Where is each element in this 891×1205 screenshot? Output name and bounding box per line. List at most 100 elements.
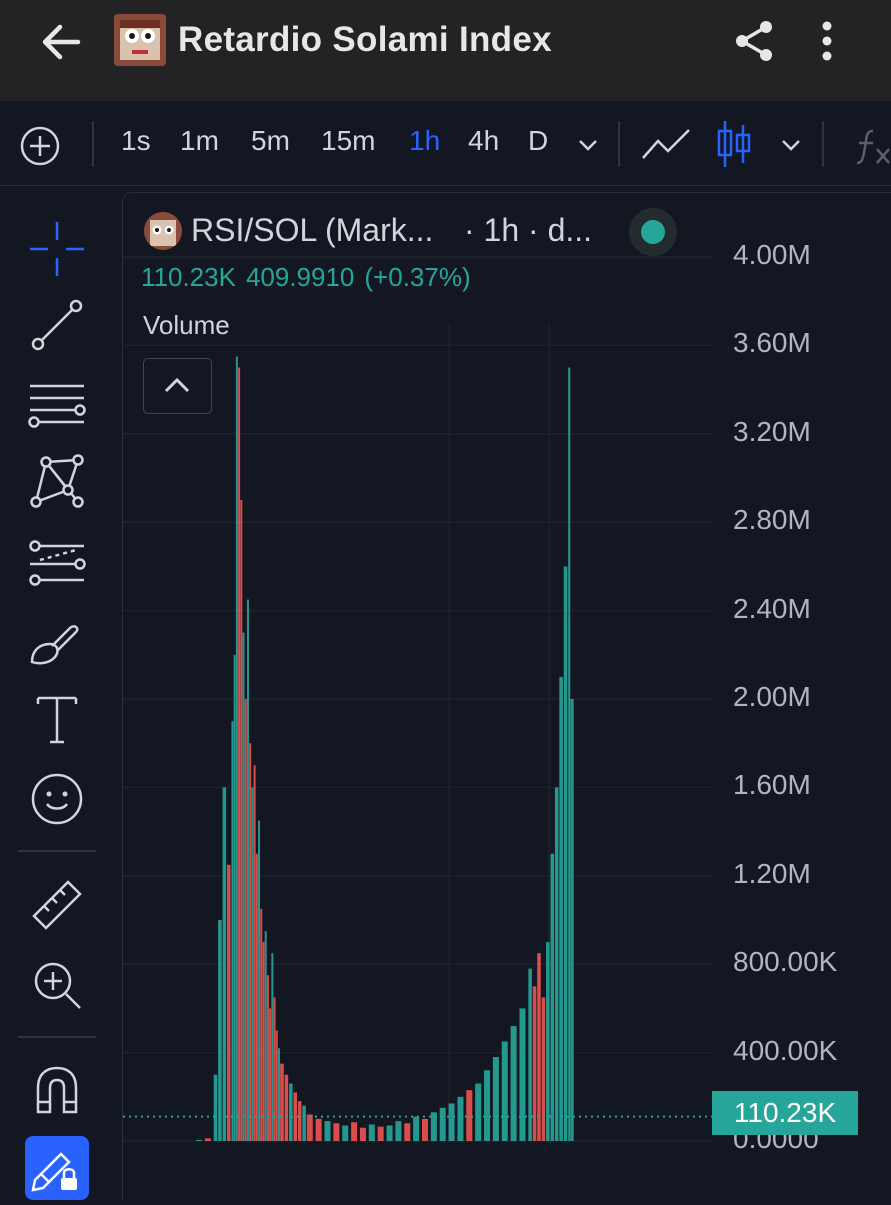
volume-bar (280, 1063, 284, 1141)
fib-channel-icon[interactable] (26, 530, 88, 592)
toolbar-divider (92, 121, 94, 167)
volume-bar (546, 942, 550, 1141)
crosshair-icon[interactable] (26, 218, 88, 280)
volume-bar (255, 853, 258, 1141)
volume-bar (275, 1030, 278, 1141)
toolbar-divider (18, 1036, 96, 1038)
zoom-in-icon[interactable] (26, 954, 88, 1016)
volume-bar (204, 1138, 211, 1141)
symbol-title[interactable]: RSI/SOL (Mark... (191, 212, 433, 249)
toolbar-divider (18, 850, 96, 852)
volume-bar (359, 1127, 366, 1141)
price-value: 409.9910 (245, 262, 355, 292)
study-label[interactable]: Volume (143, 310, 230, 341)
volume-bar (284, 1074, 289, 1141)
price-change: (+0.37%) (364, 262, 471, 292)
more-options-button[interactable] (810, 18, 844, 64)
share-button[interactable] (732, 18, 778, 64)
volume-bar (475, 1083, 482, 1141)
volume-bar (324, 1121, 331, 1141)
volume-bar (242, 632, 245, 1141)
volume-bar (269, 1008, 272, 1141)
interval-4h[interactable]: 4h (468, 125, 499, 157)
market-status[interactable] (629, 208, 677, 256)
volume-bar (439, 1107, 446, 1141)
horizontal-lines-icon[interactable] (26, 372, 88, 434)
volume-bar (297, 1101, 302, 1141)
fx-icon[interactable] (855, 127, 891, 167)
volume-bar (246, 599, 249, 1141)
back-arrow-icon (42, 24, 81, 60)
volume-bar (264, 931, 267, 1141)
lock-drawing-icon (31, 1152, 77, 1192)
toolbar-divider (618, 121, 620, 167)
chevron-down-icon[interactable] (576, 135, 600, 155)
ohlc-values: 110.23K 409.9910 (+0.37%) (141, 262, 481, 293)
interval-D[interactable]: D (528, 125, 548, 157)
emoji-icon[interactable] (26, 768, 88, 830)
trend-line-icon[interactable] (26, 294, 88, 356)
volume-bar (289, 1083, 293, 1141)
line-chart-icon[interactable] (640, 125, 692, 165)
volume-bar (563, 566, 568, 1141)
live-status-icon (641, 220, 665, 244)
interval-1m[interactable]: 1m (180, 125, 219, 157)
volume-bar (377, 1126, 384, 1141)
interval-15m[interactable]: 15m (321, 125, 375, 157)
chevron-down-icon[interactable] (779, 135, 803, 155)
pattern-icon[interactable] (26, 450, 88, 512)
y-axis-tick-label: 2.40M (733, 592, 811, 624)
volume-bar (368, 1124, 375, 1141)
interval-1s[interactable]: 1s (121, 125, 151, 157)
y-axis-tick-label: 3.20M (733, 415, 811, 447)
ruler-icon[interactable] (26, 874, 88, 936)
volume-bar (395, 1121, 402, 1141)
volume-bar (227, 864, 231, 1141)
lock-drawing-button[interactable] (25, 1136, 89, 1200)
volume-bar (541, 997, 546, 1141)
add-circle-icon[interactable] (18, 124, 62, 168)
share-icon (736, 21, 772, 61)
toolbar-divider (822, 121, 824, 167)
volume-bar (554, 787, 559, 1141)
volume-bar (570, 699, 574, 1141)
volume-bar (492, 1057, 499, 1141)
volume-bar (213, 1074, 218, 1141)
volume-bar (519, 1008, 526, 1141)
collapse-legend-button[interactable] (143, 358, 212, 414)
volume-bar (448, 1103, 455, 1141)
app-header: Retardio Solami Index (0, 0, 891, 101)
y-axis-tick-label: 1.20M (733, 857, 811, 889)
volume-bar (333, 1123, 340, 1141)
drawing-toolbar (0, 192, 113, 1200)
interval-1h[interactable]: 1h (409, 125, 440, 157)
volume-bar (273, 997, 276, 1141)
y-axis-tick-label: 400.00K (733, 1034, 838, 1066)
text-icon[interactable] (26, 688, 88, 750)
volume-bar (306, 1114, 313, 1141)
volume-bar (218, 920, 222, 1141)
volume-bar (315, 1118, 322, 1141)
volume-bar (271, 953, 274, 1141)
volume-bar (466, 1090, 473, 1141)
volume-bar (196, 1139, 202, 1141)
volume-bar (404, 1123, 411, 1141)
symbol-interval[interactable]: · 1h · d... (464, 212, 592, 249)
brush-icon[interactable] (26, 610, 88, 672)
volume-bar (262, 942, 265, 1141)
back-button[interactable] (38, 22, 84, 62)
volume-bar (293, 1092, 298, 1141)
y-axis-tick-label: 800.00K (733, 946, 838, 978)
volume-bar (342, 1125, 349, 1141)
volume-bar (386, 1125, 393, 1141)
volume-bar (351, 1122, 358, 1141)
volume-bar (413, 1116, 420, 1141)
volume-bar (559, 676, 563, 1141)
candles-icon[interactable] (716, 119, 752, 169)
token-avatar (114, 14, 166, 66)
volume-bar (510, 1026, 517, 1141)
interval-5m[interactable]: 5m (251, 125, 290, 157)
last-value-tag: 110.23K (712, 1091, 858, 1135)
volume-bar (484, 1070, 491, 1141)
magnet-icon[interactable] (26, 1060, 88, 1122)
